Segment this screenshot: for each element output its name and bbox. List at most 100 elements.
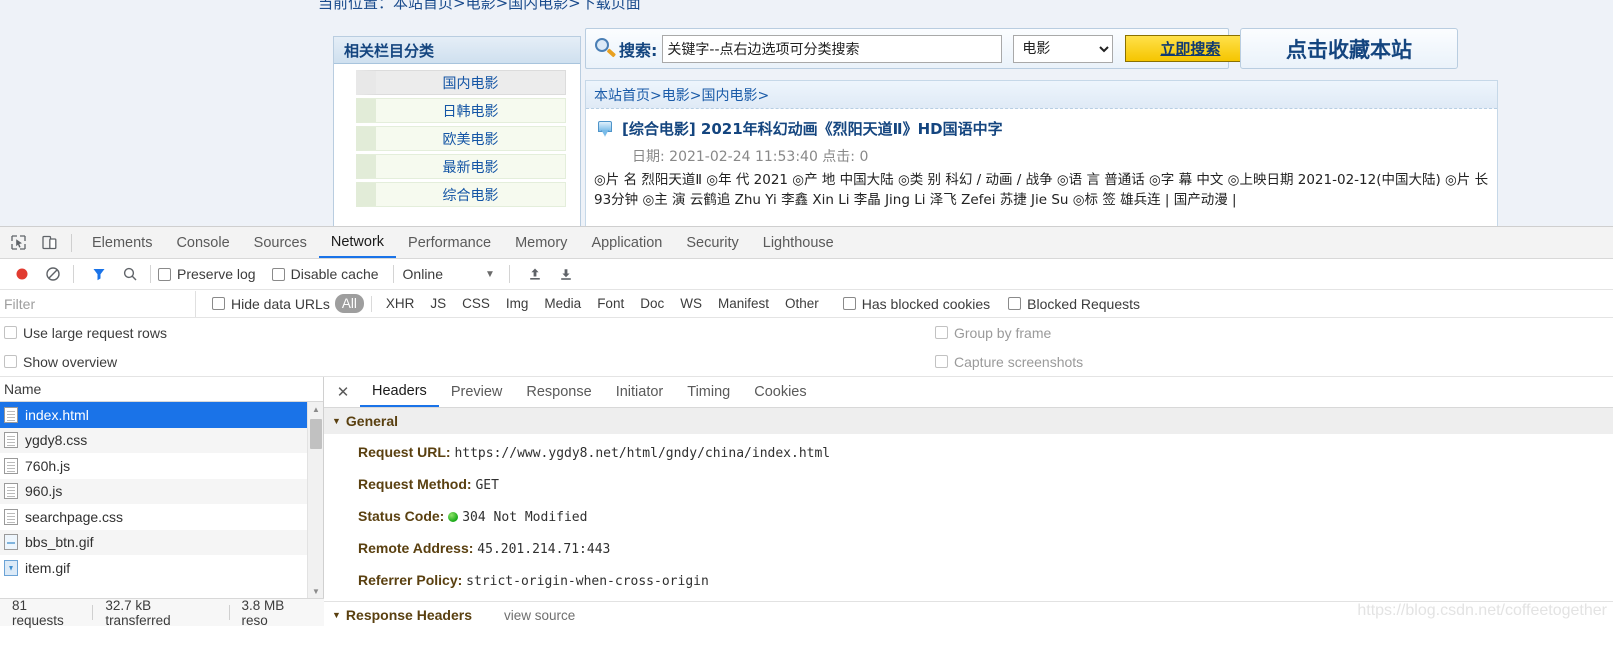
search-input[interactable]	[662, 34, 1003, 63]
request-list-scrollbar[interactable]: ▲ ▼	[307, 402, 323, 598]
table-row[interactable]: searchpage.css	[0, 504, 323, 530]
has-blocked-cookies-checkbox[interactable]: Has blocked cookies	[842, 295, 991, 312]
tab-response[interactable]: Response	[514, 377, 603, 407]
tab-lighthouse[interactable]: Lighthouse	[751, 227, 846, 258]
movie-meta-text: 日期: 2021-02-24 11:53:40 点击: 0	[632, 149, 869, 165]
tab-elements[interactable]: Elements	[80, 227, 164, 258]
type-filter-other[interactable]: Other	[778, 294, 826, 313]
table-row[interactable]: item.gif	[0, 555, 323, 581]
device-toolbar-icon[interactable]	[36, 230, 62, 256]
download-arrow-icon	[596, 120, 614, 138]
checkbox-box[interactable]	[158, 267, 171, 281]
table-row[interactable]: 760h.js	[0, 453, 323, 479]
tab-network[interactable]: Network	[318, 227, 397, 258]
show-overview-checkbox[interactable]: Show overview	[4, 354, 117, 370]
clear-icon[interactable]	[40, 261, 66, 287]
blocked-requests-label: Blocked Requests	[1027, 295, 1141, 312]
checkbox-box[interactable]	[842, 297, 856, 310]
type-filter-font[interactable]: Font	[590, 294, 631, 313]
checkbox-box[interactable]	[4, 355, 17, 368]
doc-icon	[4, 457, 18, 474]
type-filter-js[interactable]: JS	[423, 294, 453, 313]
scroll-up-icon[interactable]: ▲	[308, 402, 324, 416]
doc-icon	[4, 483, 18, 500]
checkbox-box[interactable]	[271, 267, 285, 281]
category-item-europe-america[interactable]: 欧美电影	[356, 126, 566, 151]
checkbox-box[interactable]	[935, 326, 948, 339]
checkbox-box[interactable]	[1008, 297, 1022, 310]
checkbox-box[interactable]	[935, 355, 948, 368]
blocked-requests-checkbox[interactable]: Blocked Requests	[1008, 296, 1140, 312]
type-filter-manifest[interactable]: Manifest	[711, 294, 776, 313]
checkbox-box[interactable]	[212, 297, 225, 310]
type-filter-media[interactable]: Media	[537, 294, 588, 313]
checkbox-box[interactable]	[4, 326, 17, 339]
view-source-link[interactable]: view source	[504, 608, 575, 623]
category-item-japan-korea[interactable]: 日韩电影	[356, 98, 566, 123]
tab-security[interactable]: Security	[674, 227, 750, 258]
response-headers-title: Response Headers	[345, 607, 472, 623]
scroll-down-icon[interactable]: ▼	[308, 584, 324, 598]
export-har-icon[interactable]	[553, 261, 579, 287]
movie-description-text: ◎片 名 烈阳天道Ⅱ ◎年 代 2021 ◎产 地 中国大陆 ◎类 别 科幻 /…	[594, 172, 1489, 208]
type-filter-doc[interactable]: Doc	[633, 294, 671, 313]
content-breadcrumb[interactable]: 本站首页>电影>国内电影>	[586, 81, 1497, 109]
key-label: Request URL:	[358, 444, 451, 460]
type-filter-img[interactable]: Img	[499, 294, 536, 313]
tab-timing[interactable]: Timing	[675, 377, 742, 407]
filter-input[interactable]	[0, 290, 196, 317]
site-search-bar: 搜索: 电影 立即搜索	[585, 28, 1256, 69]
type-filter-xhr[interactable]: XHR	[379, 294, 422, 313]
throttling-select[interactable]: Online ▼	[401, 266, 497, 282]
tab-application[interactable]: Application	[579, 227, 674, 258]
tab-headers[interactable]: Headers	[360, 377, 439, 407]
hide-data-urls-checkbox[interactable]: Hide data URLs	[212, 296, 330, 312]
table-row[interactable]: index.html	[0, 402, 323, 428]
capture-screenshots-label: Capture screenshots	[954, 353, 1084, 370]
value-text: 304 Not Modified	[462, 510, 588, 525]
add-favorite-button[interactable]: 点击收藏本站	[1240, 28, 1458, 69]
browser-page-viewport: 当前位置：本站首页>电影>国内电影>下载页面 相关栏目分类 国内电影 日韩电影 …	[0, 0, 1613, 226]
has-blocked-cookies-label: Has blocked cookies	[861, 295, 991, 312]
record-button-icon[interactable]	[9, 261, 35, 287]
category-item-综合[interactable]: 综合电影	[356, 182, 566, 207]
disable-cache-checkbox[interactable]: Disable cache	[271, 266, 379, 282]
table-row[interactable]: bbs_btn.gif	[0, 529, 323, 555]
inspect-element-icon[interactable]	[5, 230, 31, 256]
category-item-domestic[interactable]: 国内电影	[356, 70, 566, 95]
tab-console[interactable]: Console	[164, 227, 241, 258]
scrollbar-thumb[interactable]	[310, 419, 322, 449]
use-large-request-rows-checkbox[interactable]: Use large request rows	[4, 325, 167, 341]
search-submit-button[interactable]: 立即搜索	[1125, 35, 1256, 62]
general-section-header[interactable]: ▼ General	[324, 408, 1613, 434]
tab-performance[interactable]: Performance	[396, 227, 503, 258]
tab-preview[interactable]: Preview	[439, 377, 515, 407]
table-row[interactable]: ygdy8.css	[0, 427, 323, 453]
filter-funnel-icon[interactable]	[86, 261, 112, 287]
search-category-select[interactable]: 电影	[1013, 34, 1114, 63]
import-har-icon[interactable]	[522, 261, 548, 287]
tab-memory[interactable]: Memory	[503, 227, 579, 258]
table-row[interactable]: 960.js	[0, 478, 323, 504]
key-label: Referrer Policy:	[358, 572, 463, 588]
type-filter-css[interactable]: CSS	[455, 294, 497, 313]
close-icon[interactable]: ✕	[332, 381, 354, 403]
request-list-column-header[interactable]: Name	[0, 377, 323, 402]
general-row-remote-address: Remote Address: 45.201.214.71:443	[324, 533, 1613, 565]
movie-title-link[interactable]: [综合电影] 2021年科幻动画《烈阳天道Ⅱ》HD国语中字	[622, 118, 1003, 139]
tab-initiator[interactable]: Initiator	[604, 377, 676, 407]
status-requests: 81 requests	[12, 597, 64, 628]
group-by-frame-checkbox[interactable]: Group by frame	[935, 325, 1051, 341]
chevron-down-icon: ▼	[485, 268, 495, 280]
value-text: 45.201.214.71:443	[477, 542, 611, 557]
type-filter-all[interactable]: All	[334, 294, 364, 313]
tab-cookies[interactable]: Cookies	[742, 377, 818, 407]
preserve-log-checkbox[interactable]: Preserve log	[158, 266, 256, 282]
tab-sources[interactable]: Sources	[242, 227, 319, 258]
capture-screenshots-checkbox[interactable]: Capture screenshots	[935, 354, 1083, 370]
request-list[interactable]: index.html ygdy8.css 760h.js 960.js sear…	[0, 402, 323, 598]
search-icon[interactable]	[117, 261, 143, 287]
devtools-tabbar: Elements Console Sources Network Perform…	[0, 227, 1613, 259]
type-filter-ws[interactable]: WS	[673, 294, 709, 313]
category-item-latest[interactable]: 最新电影	[356, 154, 566, 179]
